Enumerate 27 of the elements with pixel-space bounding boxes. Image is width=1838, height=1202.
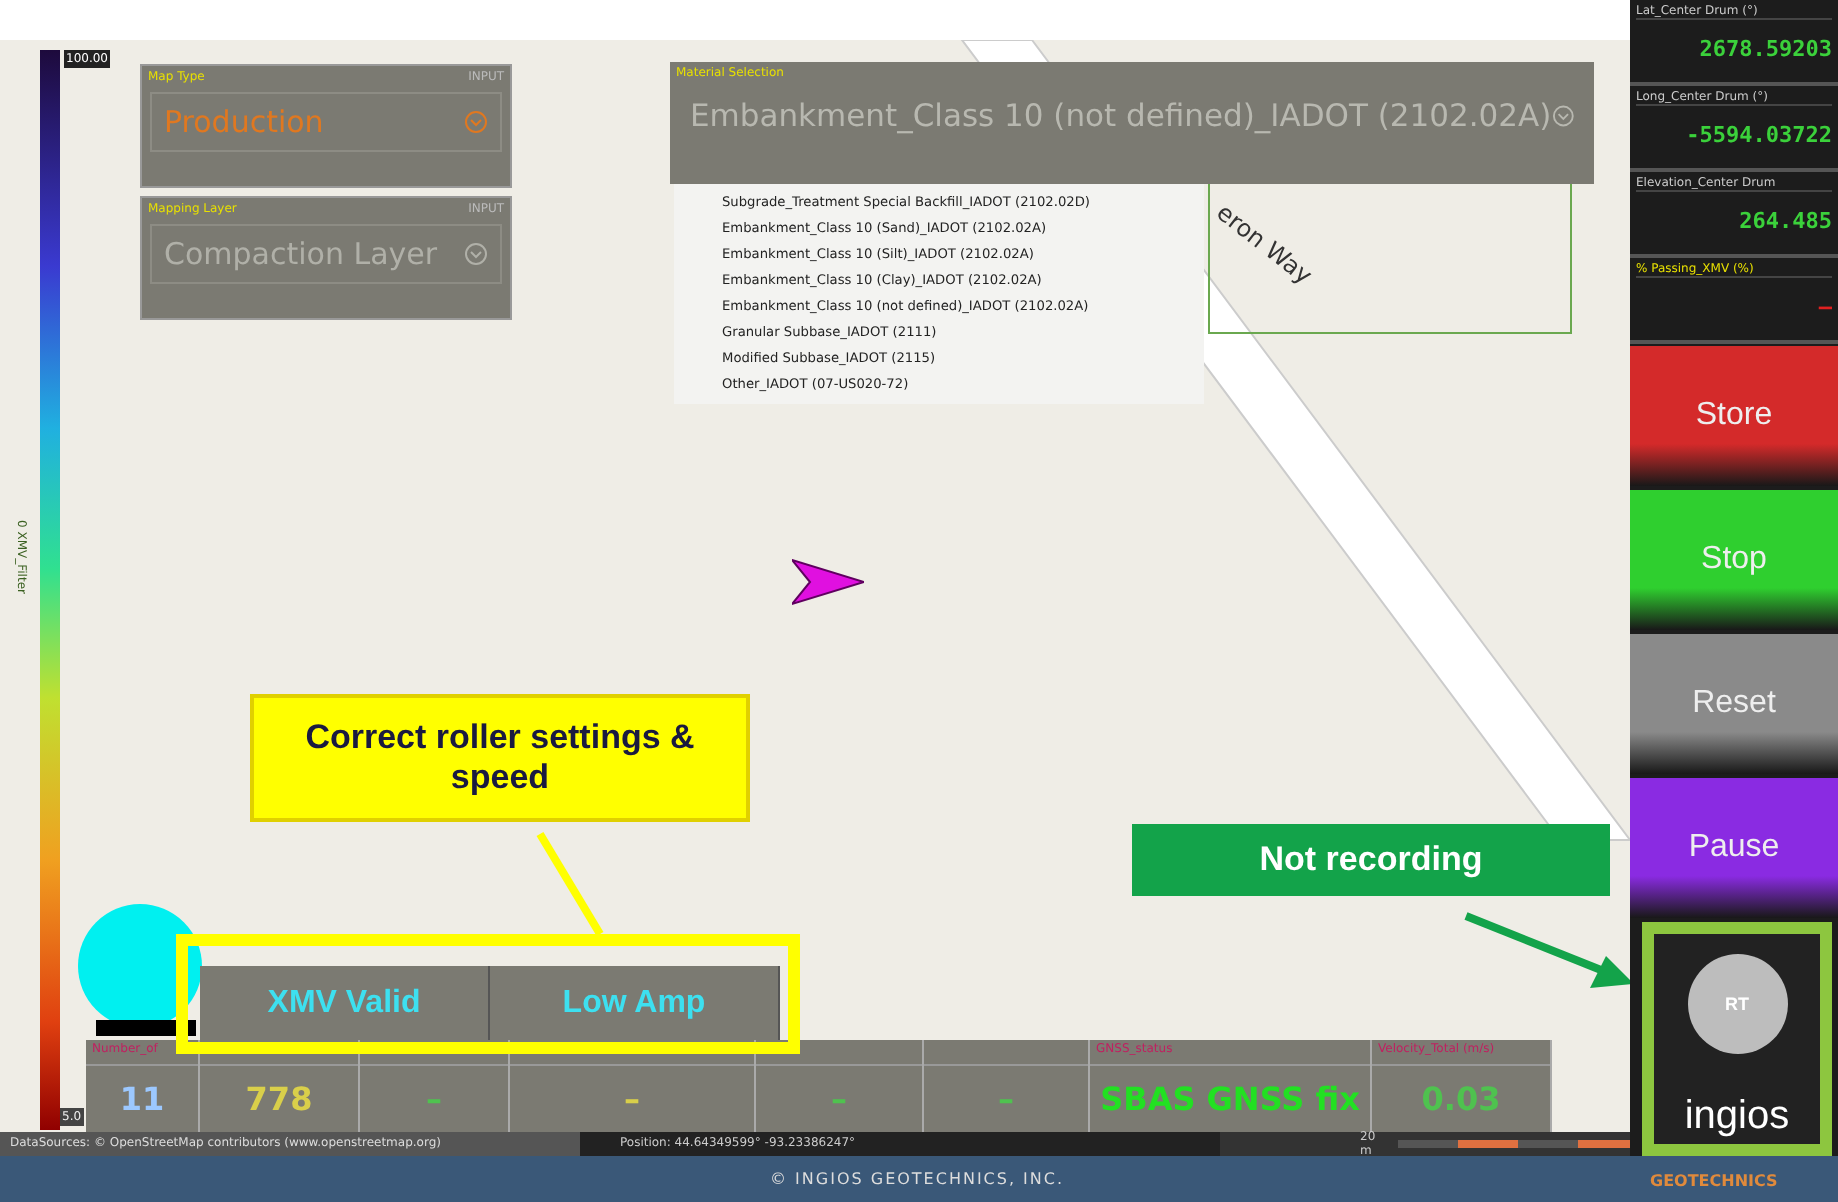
tile-value: – — [624, 1080, 640, 1118]
tile-value: 11 — [119, 1080, 165, 1118]
tile-value: SBAS GNSS fix — [1100, 1080, 1360, 1118]
readout-value: 264.485 — [1739, 208, 1832, 234]
logo-subtitle: GEOTECHNICS — [1650, 1172, 1778, 1190]
logo-text: ingios — [1684, 1094, 1790, 1140]
readout-value: — — [1818, 294, 1832, 320]
callout: Correct roller settings & speed — [250, 694, 750, 822]
chevron-icon — [1551, 104, 1574, 128]
status-flag: XMV Valid — [200, 966, 490, 1040]
tile-value: – — [998, 1080, 1014, 1118]
selected-value: Production — [164, 104, 324, 140]
tile-value: – — [831, 1080, 847, 1118]
readout-value: 2678.59203 — [1699, 36, 1832, 62]
readout-value: -5594.03722 — [1686, 122, 1832, 148]
selected-value: Embankment_Class 10 (not defined)_IADOT (2102.02A) — [690, 98, 1552, 134]
vehicle-icon — [792, 556, 864, 608]
tile-value: 778 — [245, 1080, 313, 1118]
chevron-icon — [464, 242, 488, 266]
action-button[interactable]: Store — [1630, 346, 1838, 486]
callout: Not recording — [1132, 824, 1610, 896]
tile-value: – — [426, 1080, 442, 1118]
chevron-icon — [464, 110, 488, 134]
status-flag: Low Amp — [490, 966, 780, 1040]
footer-text: © INGIOS GEOTECHNICS, INC. — [770, 1170, 1065, 1188]
tile-value: 0.03 — [1421, 1080, 1501, 1118]
action-button[interactable]: Pause — [1630, 778, 1838, 918]
